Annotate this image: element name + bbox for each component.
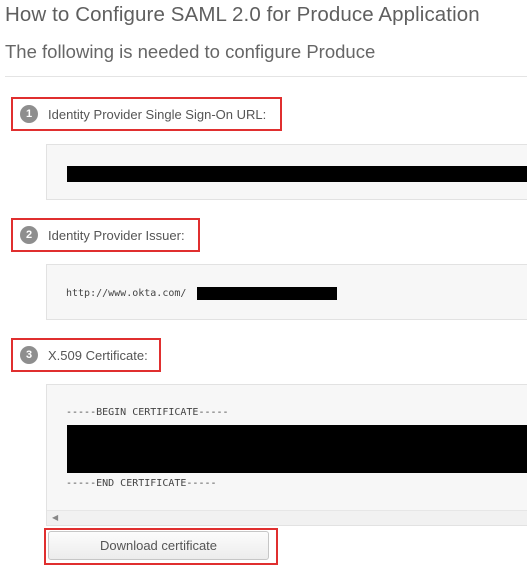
sso-url-field[interactable] xyxy=(46,144,527,200)
page-subtitle: The following is needed to configure Pro… xyxy=(5,41,376,62)
scroll-left-arrow-icon[interactable]: ◀ xyxy=(52,513,58,522)
download-certificate-button[interactable]: Download certificate xyxy=(48,531,269,560)
step-2-header: 2 Identity Provider Issuer: xyxy=(11,218,200,252)
step-1-label: Identity Provider Single Sign-On URL: xyxy=(48,106,267,122)
step-1-header: 1 Identity Provider Single Sign-On URL: xyxy=(11,97,282,131)
step-1-badge: 1 xyxy=(20,105,38,123)
certificate-redaction xyxy=(67,425,527,473)
step-2-label: Identity Provider Issuer: xyxy=(48,227,185,243)
saml-config-page: How to Configure SAML 2.0 for Produce Ap… xyxy=(0,0,527,570)
page-title: How to Configure SAML 2.0 for Produce Ap… xyxy=(5,3,480,26)
step-2-badge: 2 xyxy=(20,226,38,244)
certificate-horizontal-scrollbar[interactable]: ◀ xyxy=(47,510,527,525)
step-3-header: 3 X.509 Certificate: xyxy=(11,338,161,372)
issuer-redaction xyxy=(197,287,337,300)
sso-url-redaction xyxy=(67,166,527,182)
issuer-value: http://www.okta.com/ xyxy=(66,288,187,299)
step-3-label: X.509 Certificate: xyxy=(48,347,148,363)
certificate-end-line: -----END CERTIFICATE----- xyxy=(66,478,217,489)
certificate-begin-line: -----BEGIN CERTIFICATE----- xyxy=(66,407,229,418)
certificate-field[interactable]: -----BEGIN CERTIFICATE----- -----END CER… xyxy=(46,384,527,526)
header-divider xyxy=(5,76,527,77)
issuer-field[interactable]: http://www.okta.com/ xyxy=(46,264,527,320)
step-3-badge: 3 xyxy=(20,346,38,364)
